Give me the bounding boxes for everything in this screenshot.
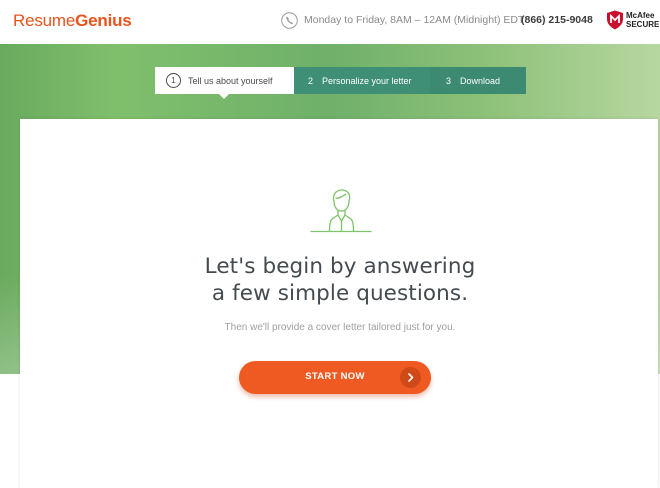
logo-text-resume: Resume	[13, 11, 76, 30]
chevron-right-icon	[408, 373, 414, 382]
start-now-button[interactable]: START NOW	[239, 361, 431, 394]
cta-arrow-circle	[400, 367, 421, 388]
step-2-number: 2	[308, 75, 314, 86]
logo-text-genius: Genius	[75, 11, 132, 30]
step-3-download[interactable]: 3 Download	[430, 67, 526, 94]
phone-number[interactable]: (866) 215-9048	[521, 14, 593, 26]
progress-steps: 1 Tell us about yourself 2 Personalize y…	[155, 67, 526, 99]
site-header: ResumeGenius Monday to Friday, 8AM – 12A…	[0, 0, 660, 44]
step-1-tell-us-about-yourself[interactable]: 1 Tell us about yourself	[155, 67, 294, 99]
step-3-label: Download	[460, 75, 501, 86]
page-subtext: Then we'll provide a cover letter tailor…	[224, 322, 456, 333]
mcafee-text: McAfee SECURE	[626, 11, 659, 29]
mcafee-shield-icon	[607, 10, 623, 30]
mcafee-secure-badge[interactable]: McAfee SECURE	[606, 9, 659, 33]
step-1-number: 1	[166, 73, 181, 88]
mcafee-text-line2: SECURE	[626, 20, 660, 29]
support-hours: Monday to Friday, 8AM – 12AM (Midnight) …	[304, 14, 525, 26]
resume-genius-logo[interactable]: ResumeGenius	[13, 11, 132, 31]
headline-line-2: a few simple questions.	[211, 281, 469, 306]
phone-icon	[281, 12, 298, 29]
mcafee-text-line1: McAfee	[626, 11, 655, 20]
step-2-label: Personalize your letter	[322, 75, 412, 86]
step-1-label: Tell us about yourself	[188, 75, 273, 86]
page-headline: Let's begin by answering a few simple qu…	[170, 253, 510, 307]
headline-line-1: Let's begin by answering	[204, 254, 476, 279]
step-2-personalize-your-letter[interactable]: 2 Personalize your letter	[294, 67, 430, 94]
step-3-number: 3	[446, 75, 452, 86]
person-avatar-icon	[310, 189, 372, 233]
